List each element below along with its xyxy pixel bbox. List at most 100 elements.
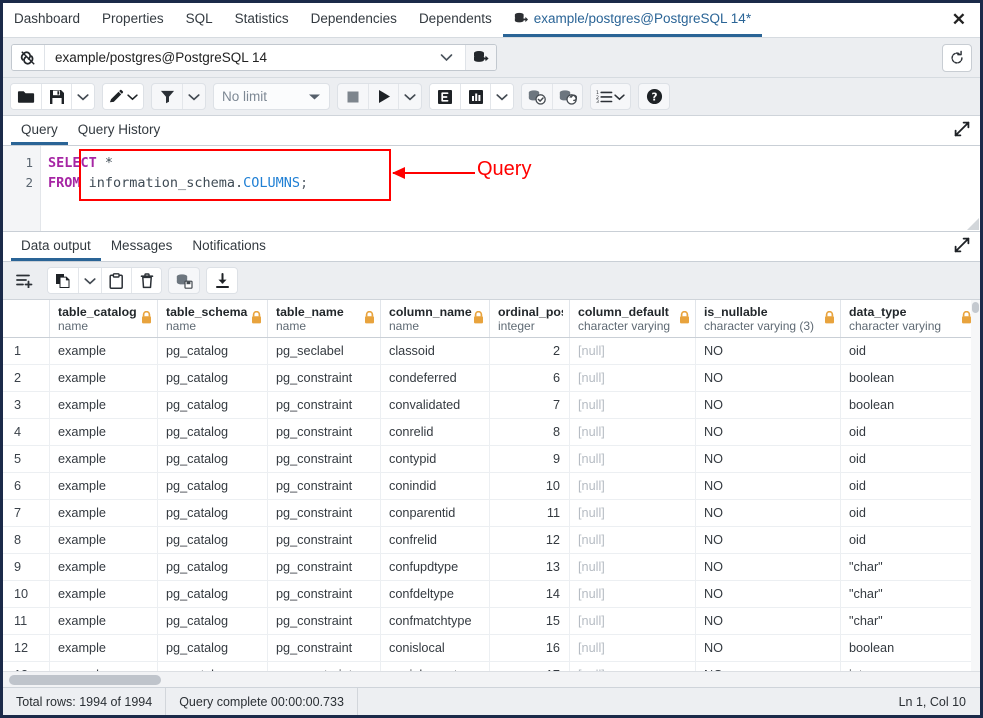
save-file-button[interactable] bbox=[41, 84, 71, 109]
table-row[interactable]: 5examplepg_catalogpg_constraintcontypid9… bbox=[3, 446, 980, 473]
table-cell[interactable]: boolean bbox=[841, 392, 978, 418]
table-cell[interactable]: boolean bbox=[841, 635, 978, 661]
table-cell[interactable]: NO bbox=[696, 554, 841, 580]
table-row[interactable]: 6examplepg_catalogpg_constraintconindid1… bbox=[3, 473, 980, 500]
table-cell[interactable]: example bbox=[50, 527, 158, 553]
connection-select[interactable]: example/postgres@PostgreSQL 14 bbox=[45, 45, 465, 70]
table-cell[interactable]: pg_constraint bbox=[268, 446, 381, 472]
table-row[interactable]: 9examplepg_catalogpg_constraintconfupdty… bbox=[3, 554, 980, 581]
table-cell[interactable]: "char" bbox=[841, 581, 978, 607]
table-cell[interactable]: "char" bbox=[841, 554, 978, 580]
expand-query-panel-button[interactable] bbox=[954, 121, 970, 137]
copy-dropdown[interactable] bbox=[78, 268, 101, 293]
table-cell[interactable]: pg_catalog bbox=[158, 473, 268, 499]
table-cell[interactable]: boolean bbox=[841, 365, 978, 391]
table-cell[interactable]: pg_constraint bbox=[268, 392, 381, 418]
reset-layout-button[interactable] bbox=[942, 44, 972, 72]
table-row[interactable]: 10examplepg_catalogpg_constraintconfdelt… bbox=[3, 581, 980, 608]
tab-query-tool[interactable]: example/postgres@PostgreSQL 14* bbox=[503, 3, 762, 37]
table-cell[interactable]: pg_constraint bbox=[268, 527, 381, 553]
explain-analyze-button[interactable] bbox=[460, 84, 490, 109]
table-cell[interactable]: example bbox=[50, 662, 158, 671]
table-row[interactable]: 2examplepg_catalogpg_constraintcondeferr… bbox=[3, 365, 980, 392]
table-row[interactable]: 12examplepg_catalogpg_constraintconisloc… bbox=[3, 635, 980, 662]
open-file-button[interactable] bbox=[11, 84, 41, 109]
delete-row-button[interactable] bbox=[131, 268, 161, 293]
explain-button[interactable] bbox=[430, 84, 460, 109]
table-cell[interactable]: 2 bbox=[490, 338, 570, 364]
tab-messages[interactable]: Messages bbox=[101, 234, 183, 261]
close-tab-button[interactable]: ✕ bbox=[938, 3, 980, 37]
table-cell[interactable]: NO bbox=[696, 365, 841, 391]
table-cell[interactable]: pg_constraint bbox=[268, 608, 381, 634]
table-cell[interactable]: [null] bbox=[570, 527, 696, 553]
add-row-button[interactable] bbox=[10, 268, 40, 293]
table-row[interactable]: 1examplepg_catalogpg_seclabelclassoid2[n… bbox=[3, 338, 980, 365]
table-cell[interactable]: pg_constraint bbox=[268, 500, 381, 526]
table-cell[interactable]: NO bbox=[696, 419, 841, 445]
table-cell[interactable]: pg_catalog bbox=[158, 446, 268, 472]
paste-button[interactable] bbox=[101, 268, 131, 293]
table-cell[interactable]: oid bbox=[841, 473, 978, 499]
table-cell[interactable]: NO bbox=[696, 527, 841, 553]
table-cell[interactable]: 17 bbox=[490, 662, 570, 671]
explain-options-dropdown[interactable] bbox=[490, 84, 513, 109]
save-data-button[interactable] bbox=[169, 268, 199, 293]
table-cell[interactable]: pg_constraint bbox=[268, 581, 381, 607]
table-cell[interactable]: coninhcount bbox=[381, 662, 490, 671]
table-cell[interactable]: example bbox=[50, 635, 158, 661]
table-cell[interactable]: oid bbox=[841, 338, 978, 364]
table-cell[interactable]: pg_catalog bbox=[158, 338, 268, 364]
table-cell[interactable]: [null] bbox=[570, 419, 696, 445]
table-cell[interactable]: example bbox=[50, 581, 158, 607]
table-cell[interactable]: oid bbox=[841, 419, 978, 445]
table-cell[interactable]: conrelid bbox=[381, 419, 490, 445]
table-cell[interactable]: example bbox=[50, 608, 158, 634]
table-cell[interactable]: [null] bbox=[570, 392, 696, 418]
help-button[interactable]: ? bbox=[639, 84, 669, 109]
table-cell[interactable]: confdeltype bbox=[381, 581, 490, 607]
column-header-table_name[interactable]: table_namename bbox=[268, 300, 381, 337]
table-cell[interactable]: [null] bbox=[570, 554, 696, 580]
table-cell[interactable]: NO bbox=[696, 662, 841, 671]
table-cell[interactable]: 13 bbox=[490, 554, 570, 580]
table-cell[interactable]: example bbox=[50, 500, 158, 526]
table-cell[interactable]: pg_catalog bbox=[158, 635, 268, 661]
table-cell[interactable]: NO bbox=[696, 581, 841, 607]
table-row[interactable]: 8examplepg_catalogpg_constraintconfrelid… bbox=[3, 527, 980, 554]
column-header-column_default[interactable]: column_defaultcharacter varying bbox=[570, 300, 696, 337]
table-cell[interactable]: [null] bbox=[570, 581, 696, 607]
table-cell[interactable]: [null] bbox=[570, 662, 696, 671]
table-cell[interactable]: example bbox=[50, 338, 158, 364]
filter-dropdown[interactable] bbox=[182, 84, 205, 109]
sql-editor[interactable]: 1 2 SELECT * FROM information_schema.COL… bbox=[3, 146, 980, 232]
column-header-data_type[interactable]: data_typecharacter varying bbox=[841, 300, 978, 337]
table-cell[interactable]: NO bbox=[696, 392, 841, 418]
edit-button[interactable] bbox=[103, 84, 143, 109]
table-cell[interactable]: NO bbox=[696, 500, 841, 526]
table-cell[interactable]: confrelid bbox=[381, 527, 490, 553]
column-header-table_catalog[interactable]: table_catalogname bbox=[50, 300, 158, 337]
expand-output-panel-button[interactable] bbox=[954, 237, 970, 253]
download-button[interactable] bbox=[207, 268, 237, 293]
table-cell[interactable]: conparentid bbox=[381, 500, 490, 526]
table-cell[interactable]: pg_constraint bbox=[268, 662, 381, 671]
new-connection-button[interactable] bbox=[465, 45, 496, 70]
table-cell[interactable]: pg_catalog bbox=[158, 500, 268, 526]
table-row[interactable]: 13examplepg_catalogpg_constraintconinhco… bbox=[3, 662, 980, 671]
table-row[interactable]: 7examplepg_catalogpg_constraintconparent… bbox=[3, 500, 980, 527]
table-cell[interactable]: pg_catalog bbox=[158, 392, 268, 418]
grid-vertical-scrollbar[interactable] bbox=[971, 300, 980, 671]
table-cell[interactable]: pg_constraint bbox=[268, 554, 381, 580]
execute-query-button[interactable] bbox=[368, 84, 398, 109]
table-cell[interactable]: pg_seclabel bbox=[268, 338, 381, 364]
table-cell[interactable]: oid bbox=[841, 527, 978, 553]
table-cell[interactable]: 14 bbox=[490, 581, 570, 607]
macros-button[interactable]: 1 2 3 bbox=[591, 84, 630, 109]
table-cell[interactable]: "char" bbox=[841, 608, 978, 634]
table-row[interactable]: 4examplepg_catalogpg_constraintconrelid8… bbox=[3, 419, 980, 446]
table-cell[interactable]: [null] bbox=[570, 365, 696, 391]
table-cell[interactable]: 15 bbox=[490, 608, 570, 634]
table-cell[interactable]: NO bbox=[696, 473, 841, 499]
table-cell[interactable]: pg_constraint bbox=[268, 635, 381, 661]
